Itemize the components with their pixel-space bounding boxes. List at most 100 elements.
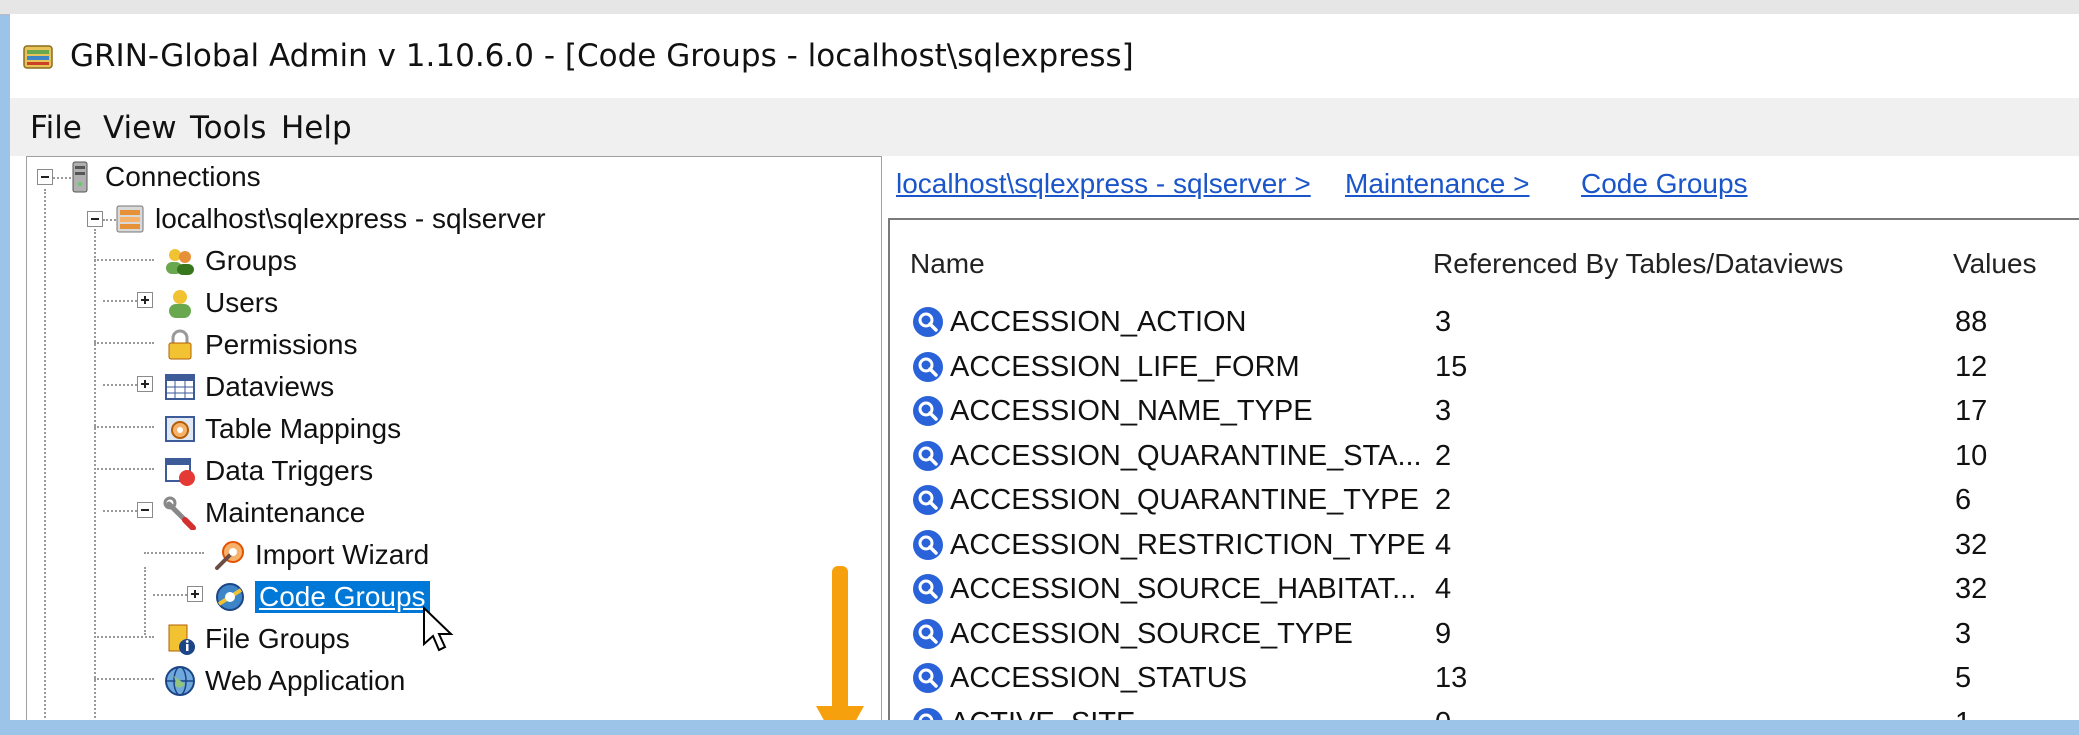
tree-item-label: Dataviews xyxy=(205,371,335,402)
tree-item-table-mappings[interactable]: Table Mappings xyxy=(163,409,401,449)
expand-users-toggle[interactable] xyxy=(137,292,153,308)
magnifier-icon xyxy=(913,529,943,560)
menu-tools[interactable]: Tools xyxy=(190,110,266,146)
user-icon xyxy=(169,290,191,318)
collapse-connections-toggle[interactable] xyxy=(37,169,53,185)
column-header-name[interactable]: Name xyxy=(910,248,985,280)
background-window-strip xyxy=(0,0,2079,15)
code-groups-icon xyxy=(216,583,244,611)
magnifier-icon xyxy=(913,307,943,337)
table-row[interactable]: ACCESSION_NAME_TYPE 3 17 xyxy=(890,389,2079,433)
cell-referenced: 13 xyxy=(1435,662,1468,694)
cell-name: ACCESSION_SOURCE_HABITAT... xyxy=(950,573,1417,605)
collapse-maintenance-toggle[interactable] xyxy=(137,502,153,518)
cell-referenced: 9 xyxy=(1435,617,1452,650)
cell-name: ACCESSION_STATUS xyxy=(950,662,1248,694)
cell-values: 17 xyxy=(1955,395,1988,427)
cell-values: 3 xyxy=(1955,617,1972,650)
magnifier-icon xyxy=(913,618,943,649)
magnifier-icon xyxy=(913,485,943,515)
collapse-server-toggle[interactable] xyxy=(87,211,103,227)
tree-connector xyxy=(94,259,154,261)
table-row[interactable]: ACCESSION_QUARANTINE_TYPE 2 6 xyxy=(890,478,2079,522)
tree-item-server[interactable]: localhost\sqlexpress - sqlserver xyxy=(113,199,546,239)
admin-window: GRIN-Global Admin v 1.10.6.0 - [Code Gro… xyxy=(10,14,2079,720)
tree-connector xyxy=(94,468,154,470)
tree-item-label-selected: Code Groups xyxy=(255,581,430,613)
code-groups-list[interactable]: Name Referenced By Tables/Dataviews Valu… xyxy=(888,218,2079,720)
magnifier-icon xyxy=(913,663,943,693)
user-group-icon xyxy=(166,249,194,275)
cell-name: ACCESSION_NAME_TYPE xyxy=(950,395,1313,427)
tree-connector xyxy=(94,426,154,428)
cell-values: 32 xyxy=(1955,528,1988,561)
cell-values: 5 xyxy=(1955,662,1972,694)
tree-connector xyxy=(94,678,154,680)
tree-item-dataviews[interactable]: Dataviews xyxy=(163,367,334,407)
table-row[interactable]: ACCESSION_STATUS 13 5 xyxy=(890,656,2079,700)
breadcrumb-server-link[interactable]: localhost\sqlexpress - sqlserver > xyxy=(896,168,1311,200)
cell-values: 6 xyxy=(1955,484,1972,516)
cell-values: 32 xyxy=(1955,573,1988,605)
tree-item-file-groups[interactable]: File Groups xyxy=(163,619,350,659)
tree-item-connections[interactable]: Connections xyxy=(63,157,261,197)
wizard-icon xyxy=(215,541,244,570)
tree-item-permissions[interactable]: Permissions xyxy=(163,325,357,365)
magnifier-icon xyxy=(913,574,943,604)
table-row[interactable]: ACCESSION_RESTRICTION_TYPE 4 32 xyxy=(890,523,2079,567)
cell-name: ACTIVE_SITE xyxy=(950,707,1135,721)
tree-item-groups[interactable]: Groups xyxy=(163,241,297,281)
expand-dataviews-toggle[interactable] xyxy=(137,376,153,392)
lock-icon xyxy=(168,329,192,360)
table-row[interactable]: ACCESSION_SOURCE_TYPE 9 3 xyxy=(890,612,2079,656)
menu-view[interactable]: View xyxy=(103,110,177,146)
tree-item-users[interactable]: Users xyxy=(163,283,278,323)
content-panel: localhost\sqlexpress - sqlserver > Maint… xyxy=(888,156,2079,720)
column-header-referenced[interactable]: Referenced By Tables/Dataviews xyxy=(1433,248,1843,280)
table-row[interactable]: ACCESSION_SOURCE_HABITAT... 4 32 xyxy=(890,567,2079,611)
expand-code-groups-toggle[interactable] xyxy=(187,586,203,602)
tree-item-label: File Groups xyxy=(205,623,350,654)
gear-table-icon xyxy=(165,416,195,442)
table-row[interactable]: ACTIVE_SITE 0 1 xyxy=(890,701,2079,721)
breadcrumb-maintenance-link[interactable]: Maintenance > xyxy=(1345,168,1529,200)
magnifier-icon xyxy=(913,396,943,426)
breadcrumb-code-groups-link[interactable]: Code Groups xyxy=(1581,168,1748,200)
cell-values: 1 xyxy=(1955,707,1971,721)
table-row[interactable]: ACCESSION_LIFE_FORM 15 12 xyxy=(890,345,2079,389)
trigger-table-icon xyxy=(165,458,195,486)
tree-connector xyxy=(94,342,154,344)
tree-item-label: Table Mappings xyxy=(205,413,402,444)
wrench-icon xyxy=(163,496,196,530)
cell-referenced: 3 xyxy=(1435,306,1452,338)
table-row[interactable]: ACCESSION_ACTION 3 88 xyxy=(890,300,2079,344)
window-title: GRIN-Global Admin v 1.10.6.0 - [Code Gro… xyxy=(70,38,1134,74)
cell-name: ACCESSION_QUARANTINE_TYPE xyxy=(950,484,1419,516)
tree-item-web-application[interactable]: Web Application xyxy=(163,661,405,701)
menu-bar: File View Tools Help xyxy=(10,98,2079,156)
file-info-icon xyxy=(168,624,195,655)
tree-item-data-triggers[interactable]: Data Triggers xyxy=(163,451,373,491)
cell-name: ACCESSION_LIFE_FORM xyxy=(950,350,1300,383)
tree-item-maintenance[interactable]: Maintenance xyxy=(163,493,365,533)
app-database-icon xyxy=(23,45,53,69)
tree-item-label: Import Wizard xyxy=(255,539,430,570)
cell-referenced: 2 xyxy=(1435,484,1452,516)
mouse-pointer-icon xyxy=(423,606,454,652)
tree-connector xyxy=(144,567,146,635)
menu-file[interactable]: File xyxy=(30,110,82,146)
menu-help[interactable]: Help xyxy=(281,110,352,146)
tree-item-code-groups[interactable]: Code Groups xyxy=(213,577,430,617)
server-stack-icon xyxy=(72,161,88,193)
cell-referenced: 3 xyxy=(1435,395,1452,427)
magnifier-icon xyxy=(913,440,943,471)
cell-referenced: 0 xyxy=(1435,707,1451,721)
tree-item-import-wizard[interactable]: Import Wizard xyxy=(213,535,429,575)
table-row[interactable]: ACCESSION_QUARANTINE_STA... 2 10 xyxy=(890,434,2079,478)
tree-item-label: Groups xyxy=(205,245,297,276)
cell-name: ACCESSION_QUARANTINE_STA... xyxy=(950,439,1422,472)
cell-referenced: 4 xyxy=(1435,573,1452,605)
cell-values: 88 xyxy=(1955,306,1988,338)
table-grid-icon xyxy=(165,374,195,400)
column-header-values[interactable]: Values xyxy=(1953,248,2037,280)
